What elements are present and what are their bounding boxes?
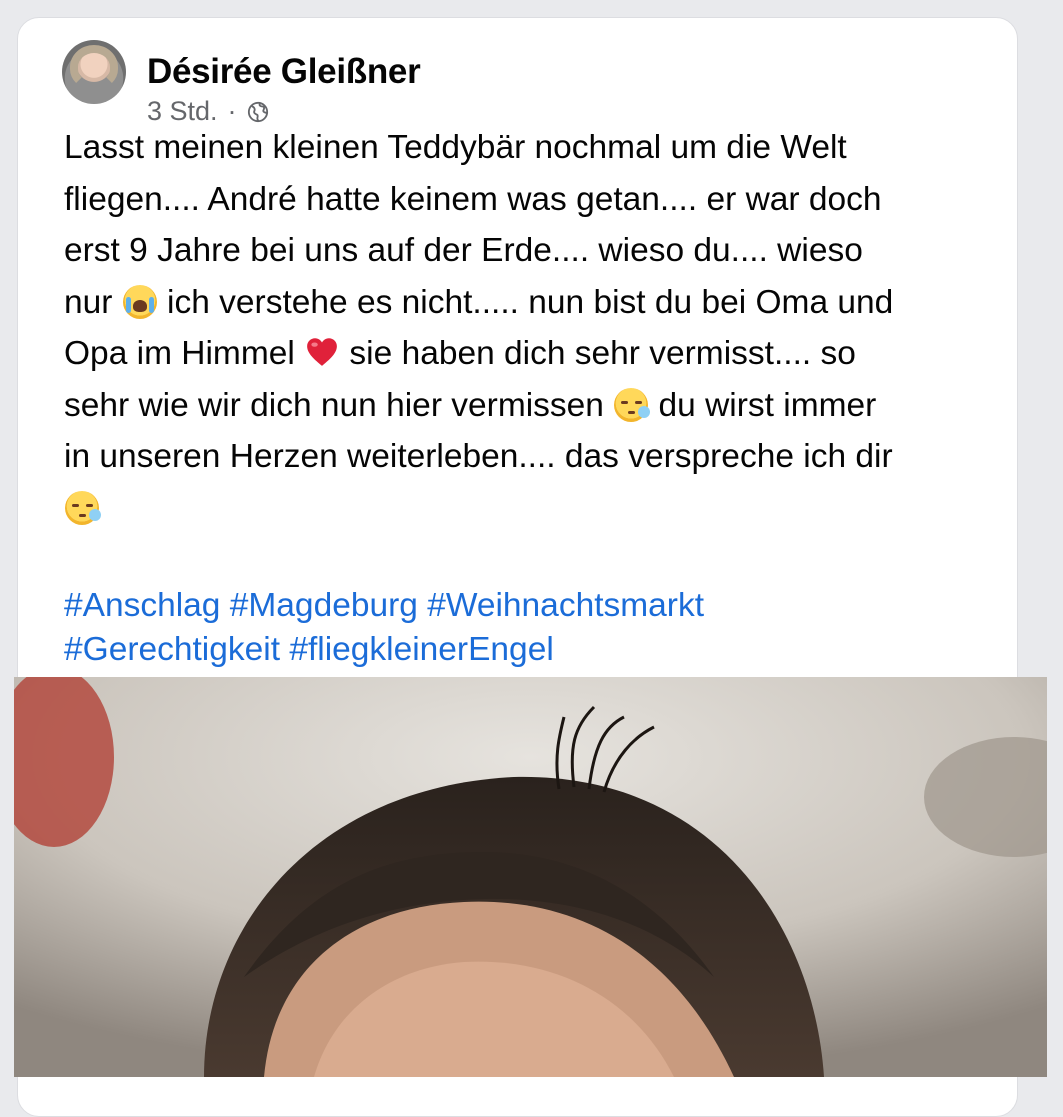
loudly-crying-face-icon: [122, 284, 157, 319]
author-name[interactable]: Désirée Gleißner: [147, 52, 421, 92]
red-heart-icon: [307, 338, 337, 366]
photo-illustration: [14, 677, 1047, 1077]
post-header: Désirée Gleißner 3 Std. ·: [62, 40, 962, 126]
hashtag-fliegkleinerengel[interactable]: #fliegkleinerEngel: [289, 631, 553, 668]
post-photo[interactable]: [14, 677, 1047, 1077]
globe-icon[interactable]: [247, 101, 269, 123]
hashtag-weihnachtsmarkt[interactable]: #Weihnachtsmarkt: [427, 587, 704, 624]
sleepy-face-icon: [65, 490, 101, 525]
sleepy-face-icon: [614, 387, 651, 422]
post-text: Lasst meinen kleinen Teddybär nochmal um…: [64, 122, 1009, 534]
author-avatar[interactable]: [62, 40, 126, 104]
hashtag-magdeburg[interactable]: #Magdeburg: [230, 587, 418, 624]
hashtag-list: #Anschlag #Magdeburg #Weihnachtsmarkt #Ge…: [64, 584, 1009, 672]
avatar-hair: [70, 45, 118, 89]
hashtag-anschlag[interactable]: #Anschlag: [64, 587, 220, 624]
hashtag-gerechtigkeit[interactable]: #Gerechtigkeit: [64, 631, 280, 668]
